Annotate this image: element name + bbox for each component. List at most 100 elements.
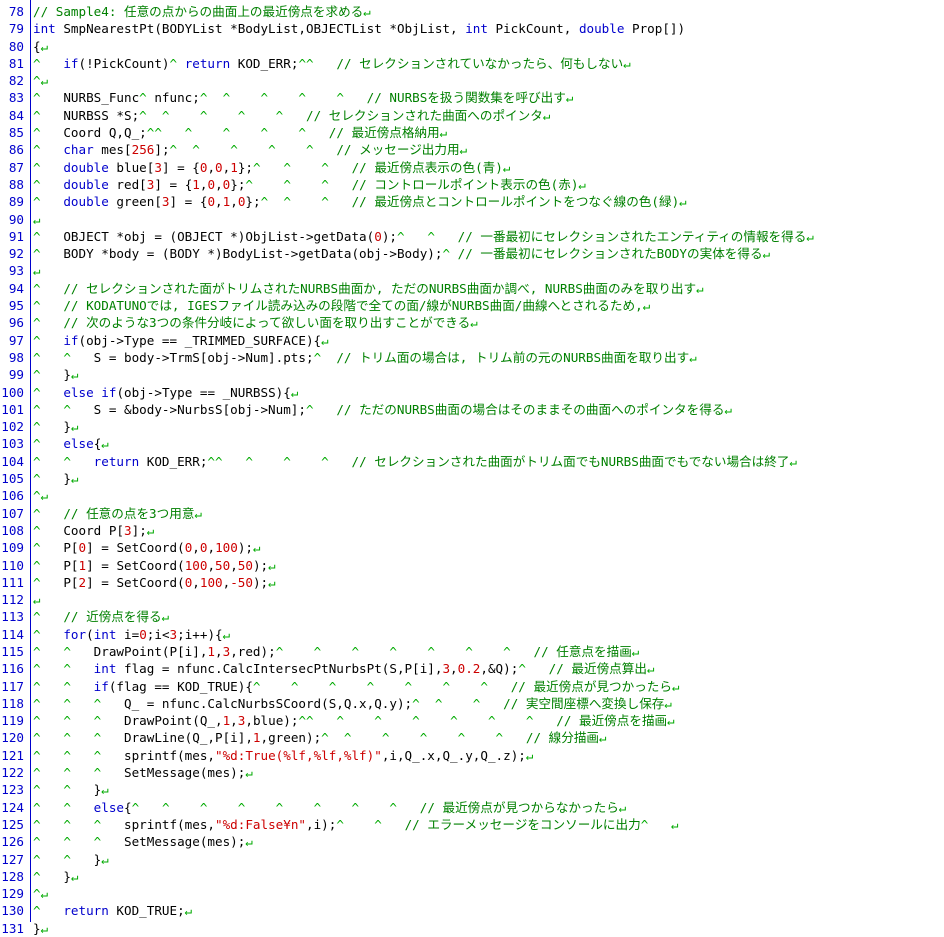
code-text[interactable]: ^ ^ }↵	[33, 851, 109, 868]
code-line[interactable]: 104 ^ ^ return KOD_ERR;^^ ^ ^ ^ // セレクション…	[0, 453, 944, 470]
code-line[interactable]: 93 ↵	[0, 262, 944, 279]
code-text[interactable]: ^ double blue[3] = {0,0,1};^ ^ ^ // 最近傍点…	[33, 159, 510, 176]
code-text[interactable]: ^ ^ }↵	[33, 781, 109, 798]
code-text[interactable]: int SmpNearestPt(BODYList *BodyList,OBJE…	[33, 20, 685, 37]
code-line[interactable]: 98 ^ ^ S = body->TrmS[obj->Num].pts;^ // …	[0, 349, 944, 366]
code-text[interactable]: ^ return KOD_TRUE;↵	[33, 902, 192, 919]
code-text[interactable]: ^ ^ else{^ ^ ^ ^ ^ ^ ^ ^ // 最近傍点が見つからなかっ…	[33, 799, 626, 816]
code-line[interactable]: 102 ^ }↵	[0, 418, 944, 435]
code-line[interactable]: 107 ^ // 任意の点を3つ用意↵	[0, 505, 944, 522]
code-text[interactable]: ^ // 近傍点を得る↵	[33, 608, 169, 625]
code-line[interactable]: 122 ^ ^ ^ SetMessage(mes);↵	[0, 764, 944, 781]
code-line[interactable]: 120 ^ ^ ^ DrawLine(Q_,P[i],1,green);^ ^ ^…	[0, 729, 944, 746]
code-text[interactable]: ^ NURBSS *S;^ ^ ^ ^ ^ // セレクションされた曲面へのポイ…	[33, 107, 550, 124]
code-text[interactable]: ^ if(!PickCount)^ return KOD_ERR;^^ // セ…	[33, 55, 631, 72]
code-text[interactable]: ^ else if(obj->Type == _NURBSS){↵	[33, 384, 298, 401]
code-line[interactable]: 128 ^ }↵	[0, 868, 944, 885]
code-line[interactable]: 111 ^ P[2] = SetCoord(0,100,-50);↵	[0, 574, 944, 591]
code-text[interactable]: {↵	[33, 38, 48, 55]
code-line[interactable]: 99 ^ }↵	[0, 366, 944, 383]
code-line[interactable]: 100 ^ else if(obj->Type == _NURBSS){↵	[0, 384, 944, 401]
code-text[interactable]: ^ NURBS_Func^ nfunc;^ ^ ^ ^ ^ // NURBSを扱…	[33, 89, 573, 106]
code-line[interactable]: 113 ^ // 近傍点を得る↵	[0, 608, 944, 625]
code-text[interactable]: ^ ^ int flag = nfunc.CalcIntersecPtNurbs…	[33, 660, 655, 677]
code-text[interactable]: ^ }↵	[33, 418, 79, 435]
code-text[interactable]: ^ // セレクションされた面がトリムされたNURBS曲面か, ただのNURBS…	[33, 280, 704, 297]
code-text[interactable]: ^↵	[33, 72, 48, 89]
code-text[interactable]: ^ double red[3] = {1,0,0};^ ^ ^ // コントロー…	[33, 176, 586, 193]
code-text[interactable]: ^ // 次のような3つの条件分岐によって欲しい面を取り出すことができる↵	[33, 314, 478, 331]
code-line[interactable]: 125 ^ ^ ^ sprintf(mes,"%d:False¥n",i);^ ^…	[0, 816, 944, 833]
code-text[interactable]: ↵	[33, 211, 41, 228]
code-line[interactable]: 118 ^ ^ ^ Q_ = nfunc.CalcNurbsSCoord(S,Q.…	[0, 695, 944, 712]
code-text[interactable]: ↵	[33, 591, 41, 608]
code-line[interactable]: 119 ^ ^ ^ DrawPoint(Q_,1,3,blue);^^ ^ ^ ^…	[0, 712, 944, 729]
code-text[interactable]: // Sample4: 任意の点からの曲面上の最近傍点を求める↵	[33, 3, 371, 20]
code-line[interactable]: 131}↵	[0, 920, 944, 937]
code-text[interactable]: ^ ^ S = body->TrmS[obj->Num].pts;^ // トリ…	[33, 349, 697, 366]
code-line[interactable]: 105 ^ }↵	[0, 470, 944, 487]
code-text[interactable]: ^ ^ if(flag == KOD_TRUE){^ ^ ^ ^ ^ ^ ^ /…	[33, 678, 680, 695]
code-text[interactable]: ^ if(obj->Type == _TRIMMED_SURFACE){↵	[33, 332, 329, 349]
code-text[interactable]: ^ P[0] = SetCoord(0,0,100);↵	[33, 539, 261, 556]
code-line[interactable]: 109 ^ P[0] = SetCoord(0,0,100);↵	[0, 539, 944, 556]
code-lines[interactable]: 78// Sample4: 任意の点からの曲面上の最近傍点を求める↵ 79 int …	[0, 3, 944, 937]
code-line[interactable]: 114 ^ for(int i=0;i<3;i++){↵	[0, 626, 944, 643]
code-line[interactable]: 96 ^ // 次のような3つの条件分岐によって欲しい面を取り出すことができる↵	[0, 314, 944, 331]
code-text[interactable]: ^ ^ S = &body->NurbsS[obj->Num];^ // ただの…	[33, 401, 732, 418]
code-line[interactable]: 97 ^ if(obj->Type == _TRIMMED_SURFACE){↵	[0, 332, 944, 349]
code-line[interactable]: 89 ^ double green[3] = {0,1,0};^ ^ ^ // 最…	[0, 193, 944, 210]
code-line[interactable]: 123 ^ ^ }↵	[0, 781, 944, 798]
code-text[interactable]: ^ Coord P[3];↵	[33, 522, 154, 539]
code-text[interactable]: ^ Coord Q,Q_;^^ ^ ^ ^ ^ // 最近傍点格納用↵	[33, 124, 447, 141]
code-line[interactable]: 83 ^ NURBS_Func^ nfunc;^ ^ ^ ^ ^ // NURBS…	[0, 89, 944, 106]
code-text[interactable]: ^ ^ ^ DrawPoint(Q_,1,3,blue);^^ ^ ^ ^ ^ …	[33, 712, 675, 729]
code-text[interactable]: ^ ^ return KOD_ERR;^^ ^ ^ ^ // セレクションされた…	[33, 453, 797, 470]
code-line[interactable]: 116 ^ ^ int flag = nfunc.CalcIntersecPtNu…	[0, 660, 944, 677]
code-text[interactable]: ^ ^ ^ sprintf(mes,"%d:False¥n",i);^ ^ //…	[33, 816, 679, 833]
code-text[interactable]: ^ }↵	[33, 470, 79, 487]
code-text[interactable]: ^ // 任意の点を3つ用意↵	[33, 505, 202, 522]
code-line[interactable]: 130 ^ return KOD_TRUE;↵	[0, 902, 944, 919]
code-text[interactable]: ^↵	[33, 487, 48, 504]
code-line[interactable]: 112 ↵	[0, 591, 944, 608]
code-line[interactable]: 86 ^ char mes[256];^ ^ ^ ^ ^ // メッセージ出力用↵	[0, 141, 944, 158]
code-text[interactable]: ^ }↵	[33, 366, 79, 383]
code-text[interactable]: ^ ^ ^ sprintf(mes,"%d:True(%lf,%lf,%lf)"…	[33, 747, 533, 764]
code-text[interactable]: ^ }↵	[33, 868, 79, 885]
code-line[interactable]: 106 ^↵	[0, 487, 944, 504]
code-line[interactable]: 127 ^ ^ }↵	[0, 851, 944, 868]
code-editor[interactable]: 78// Sample4: 任意の点からの曲面上の最近傍点を求める↵ 79 int …	[0, 0, 944, 936]
code-text[interactable]: ^ BODY *body = (BODY *)BodyList->getData…	[33, 245, 770, 262]
code-text[interactable]: ^ ^ ^ SetMessage(mes);↵	[33, 833, 253, 850]
code-text[interactable]: ^ OBJECT *obj = (OBJECT *)ObjList->getDa…	[33, 228, 814, 245]
code-line[interactable]: 87 ^ double blue[3] = {0,0,1};^ ^ ^ // 最近…	[0, 159, 944, 176]
code-text[interactable]: ^ ^ DrawPoint(P[i],1,3,red);^ ^ ^ ^ ^ ^ …	[33, 643, 639, 660]
code-line[interactable]: 91 ^ OBJECT *obj = (OBJECT *)ObjList->get…	[0, 228, 944, 245]
code-line[interactable]: 94 ^ // セレクションされた面がトリムされたNURBS曲面か, ただのNUR…	[0, 280, 944, 297]
code-text[interactable]: ^ // KODATUNOでは, IGESファイル読み込みの段階で全ての面/線が…	[33, 297, 650, 314]
code-line[interactable]: 108 ^ Coord P[3];↵	[0, 522, 944, 539]
code-text[interactable]: ↵	[33, 262, 41, 279]
code-line[interactable]: 85 ^ Coord Q,Q_;^^ ^ ^ ^ ^ // 最近傍点格納用↵	[0, 124, 944, 141]
code-line[interactable]: 110 ^ P[1] = SetCoord(100,50,50);↵	[0, 557, 944, 574]
code-line[interactable]: 78 // Sample4: 任意の点からの曲面上の最近傍点を求める↵	[0, 3, 944, 20]
code-line[interactable]: 124 ^ ^ else{^ ^ ^ ^ ^ ^ ^ ^ // 最近傍点が見つから…	[0, 799, 944, 816]
code-text[interactable]: ^ P[1] = SetCoord(100,50,50);↵	[33, 557, 276, 574]
code-line[interactable]: 80 {↵	[0, 38, 944, 55]
code-line[interactable]: 79 int SmpNearestPt(BODYList *BodyList,OB…	[0, 20, 944, 37]
code-line[interactable]: 101 ^ ^ S = &body->NurbsS[obj->Num];^ // …	[0, 401, 944, 418]
code-text[interactable]: ^ else{↵	[33, 435, 109, 452]
code-line[interactable]: 81 ^ if(!PickCount)^ return KOD_ERR;^^ //…	[0, 55, 944, 72]
code-line[interactable]: 126 ^ ^ ^ SetMessage(mes);↵	[0, 833, 944, 850]
code-text[interactable]: ^ for(int i=0;i<3;i++){↵	[33, 626, 230, 643]
code-text[interactable]: ^↵	[33, 885, 48, 902]
code-line[interactable]: 82 ^↵	[0, 72, 944, 89]
code-text[interactable]: ^ char mes[256];^ ^ ^ ^ ^ // メッセージ出力用↵	[33, 141, 467, 158]
code-line[interactable]: 117 ^ ^ if(flag == KOD_TRUE){^ ^ ^ ^ ^ ^ …	[0, 678, 944, 695]
code-line[interactable]: 103 ^ else{↵	[0, 435, 944, 452]
code-text[interactable]: ^ P[2] = SetCoord(0,100,-50);↵	[33, 574, 276, 591]
code-text[interactable]: ^ ^ ^ DrawLine(Q_,P[i],1,green);^ ^ ^ ^ …	[33, 729, 607, 746]
code-line[interactable]: 90 ↵	[0, 211, 944, 228]
code-text[interactable]: ^ double green[3] = {0,1,0};^ ^ ^ // 最近傍…	[33, 193, 687, 210]
